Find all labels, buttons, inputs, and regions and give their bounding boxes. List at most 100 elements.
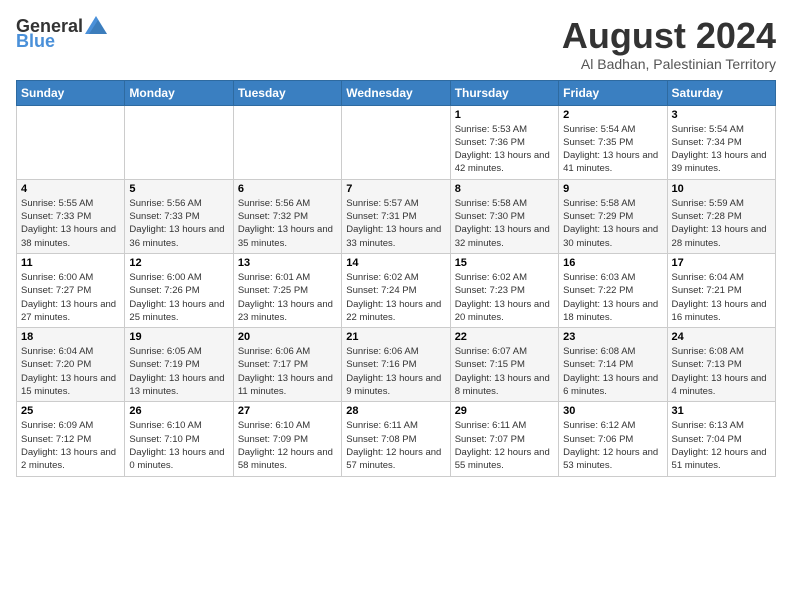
day-number: 20 [238, 331, 337, 343]
calendar-cell: 5 Sunrise: 5:56 AMSunset: 7:33 PMDaylight… [125, 179, 233, 253]
day-number: 29 [455, 405, 554, 417]
calendar-cell: 29Sunrise: 6:11 AMSunset: 7:07 PMDayligh… [450, 402, 558, 476]
calendar-cell: 8 Sunrise: 5:58 AMSunset: 7:30 PMDaylight… [450, 179, 558, 253]
calendar-cell: 7 Sunrise: 5:57 AMSunset: 7:31 PMDaylight… [342, 179, 450, 253]
day-info: Sunrise: 6:11 AMSunset: 7:08 PMDaylight:… [346, 419, 445, 472]
day-info: Sunrise: 5:57 AMSunset: 7:31 PMDaylight:… [346, 197, 445, 250]
logo-blue: Blue [16, 32, 107, 50]
calendar-cell: 30 Sunrise: 6:12 AMSunset: 7:06 PMDayligh… [559, 402, 667, 476]
calendar-cell: 21Sunrise: 6:06 AMSunset: 7:16 PMDayligh… [342, 328, 450, 402]
calendar-cell: 18 Sunrise: 6:04 AMSunset: 7:20 PMDayligh… [17, 328, 125, 402]
calendar-cell: 23 Sunrise: 6:08 AMSunset: 7:14 PMDayligh… [559, 328, 667, 402]
day-number: 1 [455, 109, 554, 121]
day-info: Sunrise: 6:03 AMSunset: 7:22 PMDaylight:… [563, 271, 662, 324]
day-info: Sunrise: 5:58 AMSunset: 7:30 PMDaylight:… [455, 197, 554, 250]
calendar-cell: 17Sunrise: 6:04 AMSunset: 7:21 PMDayligh… [667, 253, 775, 327]
week-row: 11 Sunrise: 6:00 AMSunset: 7:27 PMDayligh… [17, 253, 776, 327]
day-number: 5 [129, 183, 228, 195]
day-number: 10 [672, 183, 771, 195]
day-number: 15 [455, 257, 554, 269]
header-cell-monday: Monday [125, 80, 233, 105]
day-number: 14 [346, 257, 445, 269]
day-info: Sunrise: 6:06 AMSunset: 7:16 PMDaylight:… [346, 345, 445, 398]
day-number: 12 [129, 257, 228, 269]
week-row: 1 Sunrise: 5:53 AMSunset: 7:36 PMDaylight… [17, 105, 776, 179]
day-number: 19 [129, 331, 228, 343]
week-row: 25 Sunrise: 6:09 AMSunset: 7:12 PMDayligh… [17, 402, 776, 476]
page-title: August 2024 [562, 16, 776, 56]
day-number: 7 [346, 183, 445, 195]
day-info: Sunrise: 6:13 AMSunset: 7:04 PMDaylight:… [672, 419, 771, 472]
day-number: 26 [129, 405, 228, 417]
day-number: 11 [21, 257, 120, 269]
header-cell-tuesday: Tuesday [233, 80, 341, 105]
day-number: 25 [21, 405, 120, 417]
day-number: 30 [563, 405, 662, 417]
day-info: Sunrise: 6:00 AMSunset: 7:26 PMDaylight:… [129, 271, 228, 324]
day-number: 27 [238, 405, 337, 417]
day-number: 24 [672, 331, 771, 343]
day-info: Sunrise: 6:09 AMSunset: 7:12 PMDaylight:… [21, 419, 120, 472]
calendar-cell: 6Sunrise: 5:56 AMSunset: 7:32 PMDaylight… [233, 179, 341, 253]
calendar-cell: 22 Sunrise: 6:07 AMSunset: 7:15 PMDayligh… [450, 328, 558, 402]
calendar-cell: 26 Sunrise: 6:10 AMSunset: 7:10 PMDayligh… [125, 402, 233, 476]
day-info: Sunrise: 6:00 AMSunset: 7:27 PMDaylight:… [21, 271, 120, 324]
day-info: Sunrise: 6:07 AMSunset: 7:15 PMDaylight:… [455, 345, 554, 398]
day-info: Sunrise: 6:08 AMSunset: 7:13 PMDaylight:… [672, 345, 771, 398]
day-info: Sunrise: 6:12 AMSunset: 7:06 PMDaylight:… [563, 419, 662, 472]
calendar-cell [342, 105, 450, 179]
day-info: Sunrise: 6:08 AMSunset: 7:14 PMDaylight:… [563, 345, 662, 398]
day-info: Sunrise: 5:59 AMSunset: 7:28 PMDaylight:… [672, 197, 771, 250]
day-info: Sunrise: 5:56 AMSunset: 7:32 PMDaylight:… [238, 197, 337, 250]
week-row: 4 Sunrise: 5:55 AMSunset: 7:33 PMDaylight… [17, 179, 776, 253]
day-info: Sunrise: 5:54 AMSunset: 7:35 PMDaylight:… [563, 123, 662, 176]
day-number: 3 [672, 109, 771, 121]
day-number: 8 [455, 183, 554, 195]
calendar-cell [125, 105, 233, 179]
day-number: 17 [672, 257, 771, 269]
day-info: Sunrise: 6:04 AMSunset: 7:20 PMDaylight:… [21, 345, 120, 398]
calendar-body: 1 Sunrise: 5:53 AMSunset: 7:36 PMDaylight… [17, 105, 776, 476]
header-cell-saturday: Saturday [667, 80, 775, 105]
day-number: 28 [346, 405, 445, 417]
day-info: Sunrise: 5:56 AMSunset: 7:33 PMDaylight:… [129, 197, 228, 250]
calendar-table: SundayMondayTuesdayWednesdayThursdayFrid… [16, 80, 776, 477]
day-number: 22 [455, 331, 554, 343]
day-info: Sunrise: 5:54 AMSunset: 7:34 PMDaylight:… [672, 123, 771, 176]
page-subtitle: Al Badhan, Palestinian Territory [562, 56, 776, 72]
calendar-cell: 1 Sunrise: 5:53 AMSunset: 7:36 PMDaylight… [450, 105, 558, 179]
header-cell-thursday: Thursday [450, 80, 558, 105]
calendar-cell: 11 Sunrise: 6:00 AMSunset: 7:27 PMDayligh… [17, 253, 125, 327]
day-info: Sunrise: 5:58 AMSunset: 7:29 PMDaylight:… [563, 197, 662, 250]
header-cell-sunday: Sunday [17, 80, 125, 105]
logo: General Blue [16, 16, 107, 50]
calendar-cell: 19Sunrise: 6:05 AMSunset: 7:19 PMDayligh… [125, 328, 233, 402]
title-area: August 2024 Al Badhan, Palestinian Terri… [562, 16, 776, 72]
day-info: Sunrise: 6:10 AMSunset: 7:09 PMDaylight:… [238, 419, 337, 472]
calendar-cell: 9 Sunrise: 5:58 AMSunset: 7:29 PMDaylight… [559, 179, 667, 253]
header-row: SundayMondayTuesdayWednesdayThursdayFrid… [17, 80, 776, 105]
calendar-cell: 14Sunrise: 6:02 AMSunset: 7:24 PMDayligh… [342, 253, 450, 327]
calendar-cell: 4 Sunrise: 5:55 AMSunset: 7:33 PMDaylight… [17, 179, 125, 253]
calendar-cell: 20 Sunrise: 6:06 AMSunset: 7:17 PMDayligh… [233, 328, 341, 402]
header: General Blue August 2024 Al Badhan, Pale… [16, 16, 776, 72]
calendar-cell: 15Sunrise: 6:02 AMSunset: 7:23 PMDayligh… [450, 253, 558, 327]
calendar-cell [233, 105, 341, 179]
day-info: Sunrise: 5:53 AMSunset: 7:36 PMDaylight:… [455, 123, 554, 176]
day-info: Sunrise: 6:10 AMSunset: 7:10 PMDaylight:… [129, 419, 228, 472]
calendar-cell: 12 Sunrise: 6:00 AMSunset: 7:26 PMDayligh… [125, 253, 233, 327]
day-number: 18 [21, 331, 120, 343]
calendar-cell: 10 Sunrise: 5:59 AMSunset: 7:28 PMDayligh… [667, 179, 775, 253]
day-info: Sunrise: 6:06 AMSunset: 7:17 PMDaylight:… [238, 345, 337, 398]
calendar-cell: 24 Sunrise: 6:08 AMSunset: 7:13 PMDayligh… [667, 328, 775, 402]
header-cell-wednesday: Wednesday [342, 80, 450, 105]
day-number: 23 [563, 331, 662, 343]
day-number: 9 [563, 183, 662, 195]
calendar-cell: 3 Sunrise: 5:54 AMSunset: 7:34 PMDaylight… [667, 105, 775, 179]
day-number: 31 [672, 405, 771, 417]
calendar-header: SundayMondayTuesdayWednesdayThursdayFrid… [17, 80, 776, 105]
day-number: 4 [21, 183, 120, 195]
day-info: Sunrise: 5:55 AMSunset: 7:33 PMDaylight:… [21, 197, 120, 250]
week-row: 18 Sunrise: 6:04 AMSunset: 7:20 PMDayligh… [17, 328, 776, 402]
calendar-cell: 28 Sunrise: 6:11 AMSunset: 7:08 PMDayligh… [342, 402, 450, 476]
